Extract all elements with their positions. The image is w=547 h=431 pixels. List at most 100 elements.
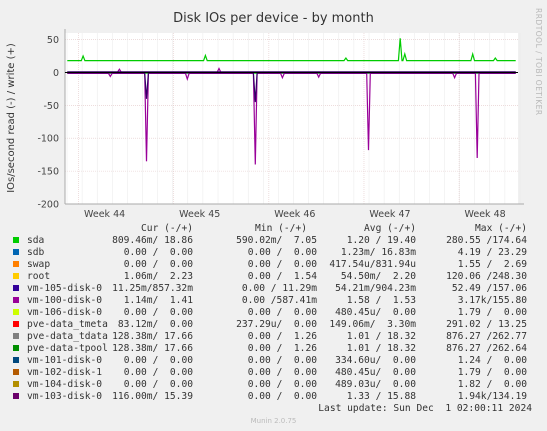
legend-cur: 11.25m/857.32m [112, 283, 193, 294]
legend-cur: 0.00 / 0.00 [123, 259, 193, 270]
legend-name: vm-102-disk-1 [27, 367, 103, 378]
legend-avg: 1.20 / 19.40 [346, 235, 416, 246]
legend-min: 0.00 /587.41m [241, 295, 317, 306]
legend-swatch [13, 345, 19, 351]
legend-row: pve-data_tdata 128.38m/ 17.66 0.00 / 1.26 1… [0, 331, 547, 343]
legend-min: 0.00 / 11.29m [241, 283, 317, 294]
legend-max: 1.24 / 0.00 [457, 355, 527, 366]
legend-name: sda [27, 235, 45, 246]
legend-min: 0.00 / 1.54 [247, 271, 317, 282]
legend-name: swap [27, 259, 51, 270]
legend-swatch [13, 261, 19, 267]
legend-row: vm-104-disk-0 0.00 / 0.00 0.00 / 0.00 489.0… [0, 379, 547, 391]
legend-min: 0.00 / 0.00 [247, 307, 317, 318]
x-ticks: Week 44 Week 45 Week 46 Week 47 Week 48 [84, 209, 506, 220]
y-tick-label: -150 [37, 167, 59, 178]
legend-cur: 116.00m/ 15.39 [112, 391, 193, 402]
legend-avg: 1.01 / 18.32 [346, 331, 416, 342]
legend-swatch [13, 273, 19, 279]
legend-max: 1.82 / 0.00 [457, 379, 527, 390]
x-tick-label: Week 47 [369, 209, 410, 220]
legend-cur: 1.14m/ 1.41 [123, 295, 193, 306]
legend-cur: 0.00 / 0.00 [123, 367, 193, 378]
y-tick-label: -50 [43, 101, 59, 112]
legend-row: vm-105-disk-0 11.25m/857.32m 0.00 / 11.29m… [0, 283, 547, 295]
legend-swatch [13, 237, 19, 243]
legend-name: vm-104-disk-0 [27, 379, 103, 390]
legend-name: vm-101-disk-0 [27, 355, 103, 366]
legend-name: vm-100-disk-0 [27, 295, 103, 306]
legend-swatch [13, 333, 19, 339]
legend-cur: 809.46m/ 18.86 [112, 235, 193, 246]
legend-swatch [13, 369, 19, 375]
legend-header-avg: Avg (-/+) [364, 223, 416, 234]
legend-max: 876.27 /262.77 [446, 331, 527, 342]
legend-min: 0.00 / 0.00 [247, 367, 317, 378]
legend-row: vm-102-disk-1 0.00 / 0.00 0.00 / 0.00 480.4… [0, 367, 547, 379]
legend-name: vm-103-disk-0 [27, 391, 103, 402]
y-tick-label: 50 [47, 35, 59, 46]
legend-cur: 0.00 / 0.00 [123, 355, 193, 366]
munin-version: Munin 2.0.75 [250, 417, 297, 425]
legend-header-max: Max (-/+) [475, 223, 527, 234]
legend-name: pve-data-tpool [27, 343, 108, 354]
legend-row: root 1.06m/ 2.23 0.00 / 1.54 54.50m/ 2.20 12… [0, 271, 547, 283]
legend-max: 876.27 /262.64 [446, 343, 527, 354]
legend-cur: 1.06m/ 2.23 [123, 271, 193, 282]
legend-swatch [13, 357, 19, 363]
legend-avg: 334.60u/ 0.00 [335, 355, 416, 366]
legend-max: 1.79 / 0.00 [457, 307, 527, 318]
legend-swatch [13, 393, 19, 399]
legend-min: 0.00 / 0.00 [247, 379, 317, 390]
legend-avg: 54.21m/904.23m [335, 283, 416, 294]
legend-cur: 0.00 / 0.00 [123, 379, 193, 390]
legend-max: 1.79 / 0.00 [457, 367, 527, 378]
last-update: Last update: Sun Dec 1 02:00:11 2024 [318, 403, 532, 414]
legend-cur: 0.00 / 0.00 [123, 247, 193, 258]
legend-row: pve-data-tpool 128.38m/ 17.66 0.00 / 1.26 1… [0, 343, 547, 355]
legend-min: 0.00 / 1.26 [247, 343, 317, 354]
legend-cur: 0.00 / 0.00 [123, 307, 193, 318]
chart-area: 50 0 -50 -100 -150 -200 Week 44 Week 45 Week 46… [6, 29, 524, 220]
legend-swatch [13, 285, 19, 291]
legend-name: vm-105-disk-0 [27, 283, 103, 294]
y-tick-label: -100 [37, 134, 59, 145]
x-tick-label: Week 45 [179, 209, 220, 220]
legend-avg: 1.01 / 18.32 [346, 343, 416, 354]
legend-swatch [13, 321, 19, 327]
legend-min: 0.00 / 0.00 [247, 391, 317, 402]
plot-background [65, 33, 518, 204]
legend-max: 280.55 /174.64 [446, 235, 527, 246]
legend-row: vm-101-disk-0 0.00 / 0.00 0.00 / 0.00 334.6… [0, 355, 547, 367]
legend-name: vm-106-disk-0 [27, 307, 103, 318]
legend-avg: 489.03u/ 0.00 [335, 379, 416, 390]
legend-avg: 1.23m/ 16.83m [340, 247, 416, 258]
x-tick-label: Week 44 [84, 209, 125, 220]
legend-max: 1.94k/134.19 [457, 391, 527, 402]
legend-swatch [13, 309, 19, 315]
legend-min: 0.00 / 0.00 [247, 247, 317, 258]
x-tick-label: Week 46 [274, 209, 315, 220]
legend-avg: 149.06m/ 3.30m [329, 319, 416, 330]
legend-row: swap 0.00 / 0.00 0.00 / 0.00 417.54u/831.94… [0, 259, 547, 271]
legend-swatch [13, 381, 19, 387]
legend-max: 52.49 /157.06 [451, 283, 527, 294]
legend-avg: 480.45u/ 0.00 [335, 307, 416, 318]
legend-header-min: Min (-/+) [255, 223, 307, 234]
legend-header: Cur (-/+) Min (-/+) Avg (-/+) Max (-/+) [0, 223, 547, 235]
legend-avg: 1.58 / 1.53 [346, 295, 416, 306]
legend-min: 237.29u/ 0.00 [236, 319, 317, 330]
y-ticks: 50 0 -50 -100 -150 -200 [37, 35, 59, 210]
legend-avg: 54.50m/ 2.20 [340, 271, 416, 282]
legend-min: 590.02m/ 7.05 [236, 235, 317, 246]
legend-min: 0.00 / 1.26 [247, 331, 317, 342]
legend-min: 0.00 / 0.00 [247, 259, 317, 270]
legend-name: sdb [27, 247, 45, 258]
legend-name: root [27, 271, 51, 282]
legend-name: pve-data_tdata [27, 331, 108, 342]
legend-cur: 128.38m/ 17.66 [112, 343, 193, 354]
legend-swatch [13, 297, 19, 303]
legend-header-cur: Cur (-/+) [141, 223, 193, 234]
legend-cur: 128.38m/ 17.66 [112, 331, 193, 342]
legend-swatch [13, 249, 19, 255]
